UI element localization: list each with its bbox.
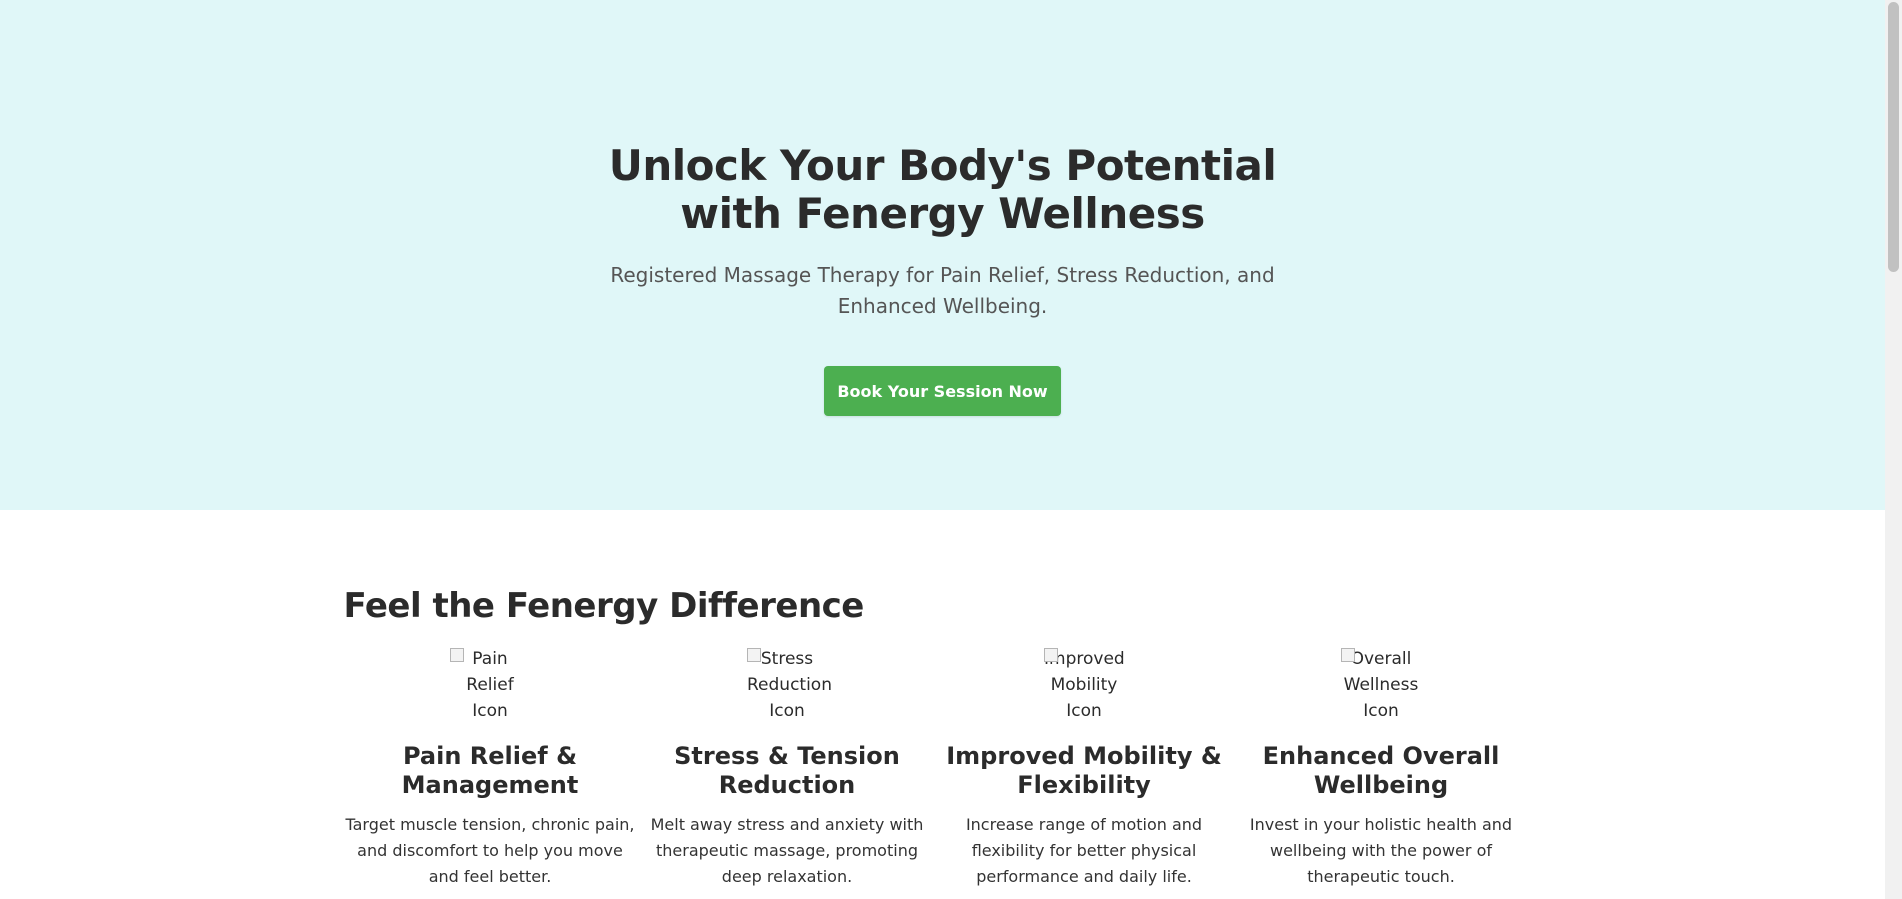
feature-heading: Enhanced Overall Wellbeing [1262, 742, 1500, 799]
feature-text: Increase range of motion and flexibility… [965, 815, 1203, 886]
feature-text: Invest in your holistic health and wellb… [1249, 815, 1513, 886]
page-viewport: Unlock Your Body's Potential with Fenerg… [0, 0, 1885, 899]
feature-grid: Pain Relief Icon Pain Relief & Managemen… [342, 646, 1543, 890]
feature-card-stress-reduction: Stress Reduction Icon Stress & Tension R… [639, 646, 936, 890]
feature-heading: Stress & Tension Reduction [674, 742, 900, 799]
feature-text: Melt away stress and anxiety with therap… [650, 815, 924, 886]
improved-mobility-icon: Improved Mobility Icon [1044, 646, 1125, 724]
page: Unlock Your Body's Potential with Fenerg… [0, 0, 1902, 899]
features-title: Feel the Fenergy Difference [343, 586, 865, 626]
hero-title: Unlock Your Body's Potential with Fenerg… [608, 141, 1277, 238]
feature-card-mobility: Improved Mobility Icon Improved Mobility… [936, 646, 1233, 890]
features-section: Feel the Fenergy Difference Pain Relief … [343, 510, 1543, 890]
overall-wellness-icon: Overall Wellness Icon [1341, 646, 1421, 724]
scrollbar-thumb[interactable] [1888, 2, 1899, 272]
pain-relief-icon: Pain Relief Icon [450, 646, 530, 724]
stress-reduction-icon: Stress Reduction Icon [747, 646, 832, 724]
feature-text: Target muscle tension, chronic pain, and… [345, 815, 635, 886]
vertical-scrollbar[interactable] [1885, 0, 1902, 899]
hero-section: Unlock Your Body's Potential with Fenerg… [0, 0, 1885, 510]
feature-card-pain-relief: Pain Relief Icon Pain Relief & Managemen… [342, 646, 639, 890]
feature-heading: Improved Mobility & Flexibility [946, 742, 1222, 799]
hero-subtitle: Registered Massage Therapy for Pain Reli… [610, 263, 1275, 318]
feature-heading: Pain Relief & Management [401, 742, 579, 799]
feature-card-wellbeing: Overall Wellness Icon Enhanced Overall W… [1233, 646, 1530, 890]
book-session-button[interactable]: Book Your Session Now [824, 366, 1061, 416]
